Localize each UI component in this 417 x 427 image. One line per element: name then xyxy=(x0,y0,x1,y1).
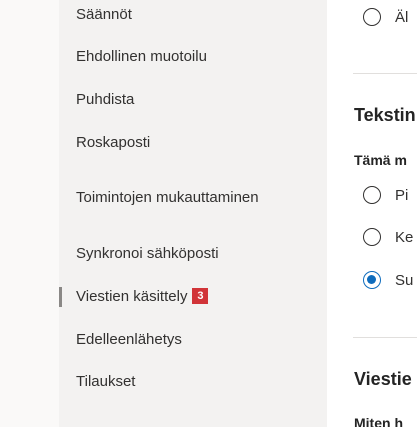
sidebar-item-tilaukset[interactable]: Tilaukset xyxy=(76,371,135,393)
section-divider xyxy=(353,73,417,74)
radio-label: Pi xyxy=(395,187,409,204)
message-section-subtitle: Miten h xyxy=(354,415,403,427)
sidebar-item-viestien-kasittely[interactable]: Viestien käsittely 3 xyxy=(76,286,209,308)
settings-content: Äl Tekstin Tämä m Pi Ke Su Viestie Miten… xyxy=(327,0,417,427)
radio-button-checked[interactable] xyxy=(363,271,381,289)
sidebar-item-puhdista[interactable]: Puhdista xyxy=(76,89,134,111)
sidebar-item-label: Synkronoi sähköposti xyxy=(76,245,219,262)
radio-button[interactable] xyxy=(363,186,381,204)
sidebar-item-label: Säännöt xyxy=(76,6,132,23)
radio-button[interactable] xyxy=(363,8,381,26)
section-divider xyxy=(353,337,417,338)
sidebar-item-label: Roskaposti xyxy=(76,134,151,151)
selected-indicator xyxy=(59,287,62,307)
sidebar-item-saannot[interactable]: Säännöt xyxy=(76,4,132,26)
text-section-title: Tekstin xyxy=(354,105,416,125)
step-badge: 3 xyxy=(192,288,209,304)
sidebar-item-label: Edelleenlähetys xyxy=(76,331,182,348)
radio-label: Ke xyxy=(395,229,414,246)
app-rail xyxy=(0,0,59,427)
sidebar-item-label: Viestien käsittely xyxy=(76,288,188,305)
sidebar-item-label: Ehdollinen muotoilu xyxy=(76,48,207,65)
sidebar-item-toimintojen-mukauttaminen[interactable]: Toimintojen mukauttaminen xyxy=(76,187,259,209)
sidebar-item-roskaposti[interactable]: Roskaposti xyxy=(76,132,150,154)
settings-sidebar: Säännöt Ehdollinen muotoilu Puhdista Ros… xyxy=(59,0,327,427)
text-section-subtitle: Tämä m xyxy=(354,152,407,168)
radio-label: Äl xyxy=(395,9,409,26)
sidebar-item-ehdollinen-muotoilu[interactable]: Ehdollinen muotoilu xyxy=(76,46,207,68)
radio-label: Su xyxy=(395,272,414,289)
sidebar-item-label: Toimintojen mukauttaminen xyxy=(76,189,259,206)
sidebar-item-synkronoi-sahkoposti[interactable]: Synkronoi sähköposti xyxy=(76,243,219,265)
sidebar-item-label: Tilaukset xyxy=(76,373,136,390)
radio-button[interactable] xyxy=(363,228,381,246)
sidebar-item-edelleenlahetys[interactable]: Edelleenlähetys xyxy=(76,329,182,351)
sidebar-item-label: Puhdista xyxy=(76,91,135,108)
message-section-title: Viestie xyxy=(354,369,412,389)
